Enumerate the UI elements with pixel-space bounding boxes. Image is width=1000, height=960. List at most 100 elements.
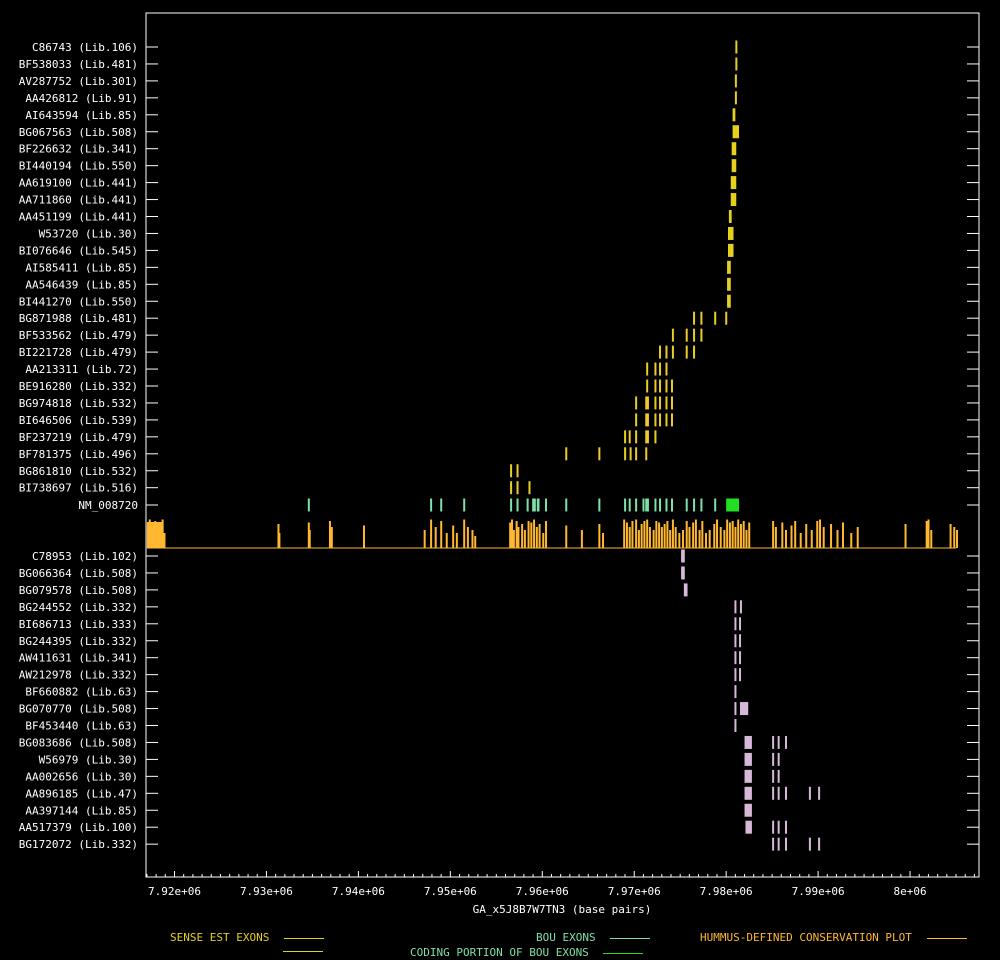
sense-est-label: BI646506 (Lib.539) [19, 414, 138, 427]
x-axis: 7.92e+06 7.93e+06 7.94e+06 7.95e+06 7.96e+06… [146, 871, 975, 898]
conservation-bar [509, 522, 512, 548]
conservation-bar [836, 530, 839, 548]
sense-est-exon [727, 294, 731, 308]
conservation-bar [692, 522, 695, 548]
antisense-est-label: AW411631 (Lib.341) [19, 652, 138, 665]
conservation-bar [328, 521, 331, 548]
antisense-est-exon [818, 837, 821, 851]
conservation-bar [535, 527, 538, 548]
conservation-bar [154, 521, 157, 548]
legend-coding: CODING PORTION OF BOU EXONS [410, 946, 644, 959]
conservation-bar [816, 521, 819, 548]
legend-conservation-line [926, 937, 967, 939]
antisense-est-exon [777, 837, 780, 851]
conservation-bar [705, 533, 708, 548]
antisense-est-label: AA002656 (Lib.30) [25, 770, 138, 783]
conservation-bar [810, 530, 813, 548]
sense-est-exon [671, 345, 674, 359]
sense-est-exon [714, 311, 717, 325]
conservation-bar [308, 530, 311, 548]
conservation-bar [658, 522, 661, 548]
conservation-bar [521, 524, 524, 548]
bou-exon [545, 498, 548, 512]
conservation-bar [708, 530, 711, 548]
sense-est-exon [693, 311, 696, 325]
conservation-bar [713, 524, 716, 548]
sense-est-exon [700, 311, 703, 325]
antisense-est-exon [808, 786, 811, 800]
sense-est-exon [646, 379, 649, 393]
bou-exon [659, 498, 662, 512]
antisense-est-exon [785, 820, 788, 834]
sense-est-exon [731, 142, 737, 156]
sense-est-label: BI076646 (Lib.545) [19, 244, 138, 257]
conservation-bar [799, 533, 802, 548]
antisense-est-exon [744, 786, 752, 800]
conservation-bar [512, 530, 515, 548]
antisense-est-exon [739, 600, 742, 614]
sense-est-label: BE916280 (Lib.332) [19, 380, 138, 393]
conservation-bar [538, 524, 541, 548]
bou-label: NM_008720 [78, 499, 138, 512]
legend-coding-line [603, 952, 644, 954]
sense-est-exon [659, 396, 662, 410]
bou-exon [463, 498, 466, 512]
sense-est-exon [645, 396, 649, 410]
sense-est-exon [646, 362, 649, 376]
conservation-bar [474, 536, 477, 548]
sense-est-label: AA213311 (Lib.72) [25, 363, 138, 376]
conservation-bar [856, 527, 859, 548]
sense-est-exon [516, 481, 519, 495]
antisense-est-exon [744, 803, 752, 817]
sense-est-exon [528, 481, 531, 495]
sense-est-exon [732, 108, 736, 122]
conservation-bar [904, 524, 907, 548]
sense-est-exon [727, 260, 731, 274]
bou-exon [307, 498, 310, 512]
antisense-est-exon [744, 752, 752, 766]
legend-conservation: HUMMUS-DEFINED CONSERVATION PLOT [700, 931, 967, 944]
antisense-est-label: AA397144 (Lib.85) [25, 804, 138, 817]
conservation-bar [719, 527, 722, 548]
antisense-est-exon [777, 769, 780, 783]
sense-est-exon [665, 413, 668, 427]
conservation-bar [794, 521, 797, 548]
conservation-bar [330, 527, 333, 548]
sense-est-exon [727, 277, 731, 291]
antisense-est-label: C78953 (Lib.102) [32, 550, 138, 563]
sense-est-label: AA426812 (Lib.91) [25, 92, 138, 105]
bou-exon [645, 498, 649, 512]
conservation-bar [640, 524, 643, 548]
sense-est-label: AI643594 (Lib.85) [25, 109, 138, 122]
conservation-bar [949, 524, 952, 548]
sense-est-exon [730, 193, 737, 207]
bou-exon [700, 498, 703, 512]
conservation-bar [726, 519, 729, 548]
antisense-est-exon [785, 735, 788, 749]
bou-exon [665, 498, 668, 512]
antisense-est-exon [734, 719, 737, 732]
antisense-est-label: AA896185 (Lib.47) [25, 787, 138, 800]
legend-bou-label: BOU EXONS [536, 931, 596, 944]
conservation-bar [694, 519, 697, 548]
conservation-bar [530, 522, 533, 548]
conservation-bar [648, 527, 651, 548]
antisense-est-exon [744, 735, 752, 749]
conservation-bar [602, 533, 605, 548]
conservation-bar [159, 530, 162, 548]
conservation-bar [930, 530, 933, 548]
sense-est-label: BF226632 (Lib.341) [19, 143, 138, 156]
bou-exon [635, 498, 638, 512]
conservation-bar [430, 519, 433, 548]
conservation-bar [655, 521, 658, 548]
conservation-bar [663, 524, 666, 548]
sense-est-exon [635, 430, 638, 444]
bou-exon [714, 498, 717, 512]
conservation-bar [805, 524, 808, 548]
antisense-est-exon [739, 634, 742, 648]
antisense-est-label: BG244552 (Lib.332) [19, 601, 138, 614]
antisense-est-exon [683, 583, 688, 597]
conservation-bar [542, 533, 545, 548]
sense-est-exon [671, 328, 674, 342]
sense-est-exon [659, 362, 662, 376]
